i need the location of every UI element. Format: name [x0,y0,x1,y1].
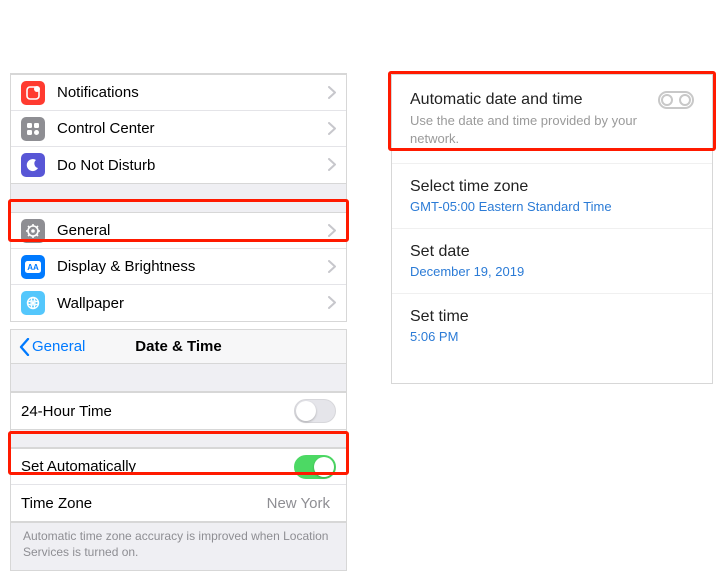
row-value: 5:06 PM [410,329,694,344]
display-brightness-row[interactable]: AA Display & Brightness [11,249,346,285]
do-not-disturb-row[interactable]: Do Not Disturb [11,147,346,183]
toggle-24h[interactable] [294,399,336,423]
chevron-right-icon [328,258,336,276]
chevron-right-icon [328,120,336,138]
ios-header-gap [11,364,346,392]
date-time-group: 24-Hour Time [11,392,346,430]
row-title: Automatic date and time [410,91,658,109]
row-automatic-date-time[interactable]: Automatic date and time Use the date and… [392,75,712,164]
display-icon: AA [21,255,45,279]
page-title: Date & Time [135,338,221,355]
row-label: Display & Brightness [57,258,328,275]
chevron-left-icon [19,338,30,356]
control-center-icon [21,117,45,141]
row-value: December 19, 2019 [410,264,694,279]
row-title: Set time [410,308,694,326]
footer-note: Automatic time zone accuracy is improved… [11,522,346,570]
row-set-automatically[interactable]: Set Automatically [11,449,346,485]
row-label: Wallpaper [57,295,328,312]
notifications-row[interactable]: Notifications [11,75,346,111]
auto-tz-group: Set Automatically Time Zone New York [11,448,346,522]
chevron-right-icon [328,294,336,312]
ios-group-1: Notifications Control Center Do Not Distur… [11,74,346,184]
toggle-automatic-date-time[interactable] [658,91,694,109]
row-time-zone[interactable]: Time Zone New York [11,485,346,521]
control-center-row[interactable]: Control Center [11,111,346,147]
android-date-time-panel: Automatic date and time Use the date and… [391,74,713,384]
dnd-icon [21,153,45,177]
row-value: GMT-05:00 Eastern Standard Time [410,199,694,214]
row-label: Time Zone [21,495,267,512]
chevron-right-icon [328,84,336,102]
row-title: Set date [410,243,694,261]
svg-text:AA: AA [27,263,39,272]
notifications-icon [21,81,45,105]
row-24-hour-time[interactable]: 24-Hour Time [11,393,346,429]
row-set-date[interactable]: Set date December 19, 2019 [392,229,712,294]
back-label: General [32,338,85,355]
chevron-right-icon [328,156,336,174]
row-label: Set Automatically [21,458,294,475]
row-select-time-zone[interactable]: Select time zone GMT-05:00 Eastern Stand… [392,164,712,229]
chevron-right-icon [328,222,336,240]
toggle-set-automatically[interactable] [294,455,336,479]
row-label: Do Not Disturb [57,157,328,174]
general-icon [21,219,45,243]
ios-group-2: General AA Display & Brightness Wallpaper [11,212,346,322]
ios-settings-panel: Notifications Control Center Do Not Distur… [10,73,347,322]
back-button[interactable]: General [19,330,85,363]
time-zone-value: New York [267,495,330,512]
row-label: General [57,222,328,239]
row-title: Select time zone [410,178,694,196]
ios-group-separator [11,430,346,448]
general-row[interactable]: General [11,213,346,249]
row-subtitle: Use the date and time provided by your n… [410,112,658,147]
ios-group-separator [11,184,346,212]
row-set-time[interactable]: Set time 5:06 PM [392,294,712,358]
row-label: 24-Hour Time [21,403,294,420]
nav-bar: General Date & Time [11,330,346,364]
wallpaper-row[interactable]: Wallpaper [11,285,346,321]
row-label: Notifications [57,84,328,101]
wallpaper-icon [21,291,45,315]
row-label: Control Center [57,120,328,137]
ios-date-time-panel: General Date & Time 24-Hour Time Set Aut… [10,329,347,571]
